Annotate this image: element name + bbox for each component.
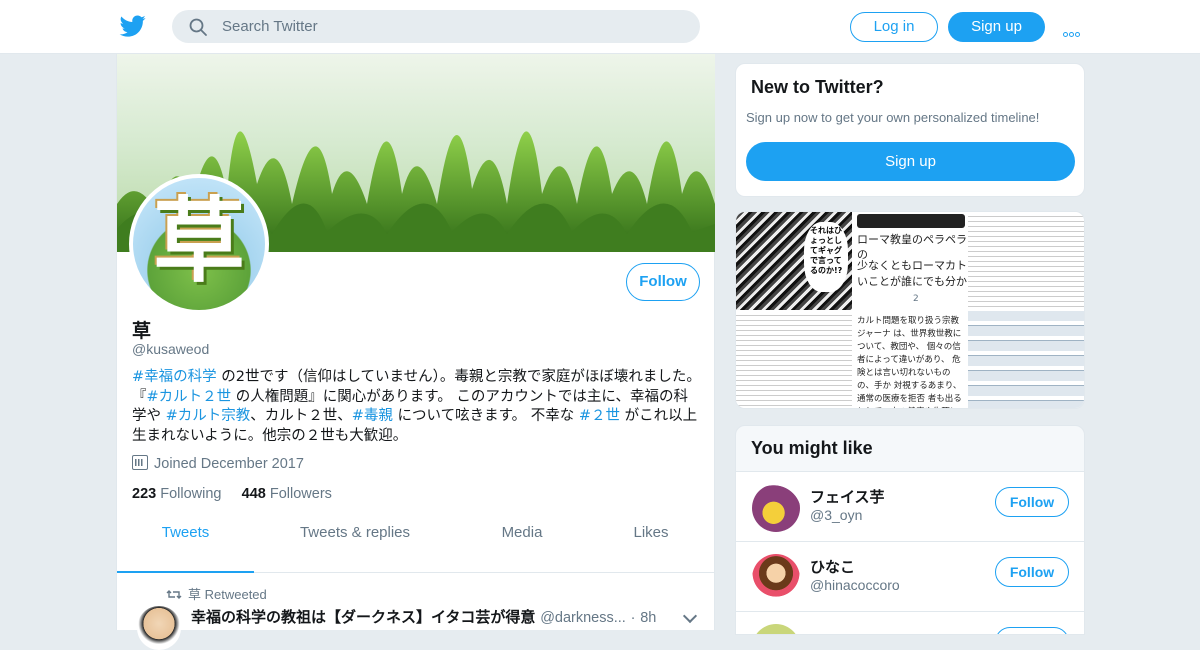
tweet-header: 幸福の科学の教祖は【ダークネス】イタコ芸が得意 @darkness... · 8…: [191, 606, 701, 627]
profile-stats: 223 Following 448 Followers: [132, 486, 332, 502]
hashtag-link[interactable]: #毒親: [352, 408, 393, 424]
suggested-account[interactable]: フェイス芋 @3_oyn Follow: [736, 471, 1084, 541]
joined-text: Joined December 2017: [154, 456, 304, 472]
new-card-title: New to Twitter?: [751, 77, 884, 97]
suggested-follow-button[interactable]: [995, 627, 1069, 634]
you-might-like-card: You might like フェイス芋 @3_oyn Follow ひなこ @…: [735, 425, 1085, 635]
followers-link[interactable]: 448 Followers: [242, 486, 332, 502]
search-input[interactable]: [222, 10, 682, 43]
hashtag-link[interactable]: #カルト宗教: [166, 408, 251, 424]
suggested-account[interactable]: ひなこ @hinacoccoro Follow: [736, 541, 1084, 611]
media-thumbnail[interactable]: カルト問題を取り扱う宗教ジャーナ は、世界救世教について、教団や、 個々の信者に…: [853, 311, 967, 408]
suggested-follow-button[interactable]: Follow: [995, 557, 1069, 587]
search-bar[interactable]: [172, 10, 700, 43]
tweet-time[interactable]: 8h: [640, 610, 656, 626]
retweet-icon: [166, 590, 182, 599]
login-button[interactable]: Log in: [850, 12, 938, 42]
tweet-author-handle[interactable]: @darkness...: [540, 610, 626, 626]
tweet-author-name[interactable]: 幸福の科学の教祖は【ダークネス】イタコ芸が得意: [191, 608, 535, 626]
tab-tweets-replies[interactable]: Tweets & replies: [279, 524, 431, 573]
bio-text: 、カルト２世、: [250, 408, 352, 424]
tweet-snip-2: 少なくともローマカト: [857, 259, 967, 272]
profile-column: 草 Follow 草 @kusaweod #幸福の科学 の2世です（信仰はしてい…: [116, 54, 715, 650]
new-to-twitter-card: New to Twitter? Sign up now to get your …: [735, 63, 1085, 197]
calendar-icon: [132, 455, 148, 470]
profile-avatar[interactable]: 草: [129, 174, 269, 314]
following-link[interactable]: 223 Following: [132, 486, 221, 502]
tweet-snip-count: 2: [913, 294, 919, 304]
profile-tabs: Tweets Tweets & replies Media Likes: [117, 524, 715, 573]
tab-tweets[interactable]: Tweets: [117, 524, 254, 573]
following-count: 223: [132, 486, 157, 502]
tab-likes[interactable]: Likes: [607, 524, 695, 573]
suggested-follow-button[interactable]: Follow: [995, 487, 1069, 517]
manga-caption: それはひょっとしてギャグで言ってるのか!?: [810, 226, 843, 275]
hashtag-link[interactable]: #幸福の科学: [132, 369, 217, 385]
follow-button[interactable]: Follow: [626, 263, 700, 301]
media-thumbnail[interactable]: [736, 311, 852, 408]
suggested-account-avatar[interactable]: [752, 554, 800, 602]
sidebar-signup-button[interactable]: Sign up: [746, 142, 1075, 181]
suggested-account-handle: @hinacoccoro: [810, 577, 900, 593]
signup-button[interactable]: Sign up: [948, 12, 1045, 42]
media-thumbnail[interactable]: [968, 311, 1084, 408]
retweet-context: 草 Retweeted: [166, 584, 267, 603]
media-thumbnail[interactable]: それはひょっとしてギャグで言ってるのか!?: [736, 212, 852, 310]
photos-videos-grid: それはひょっとしてギャグで言ってるのか!? ローマ教皇のペラペラの 少なくともロ…: [735, 211, 1085, 409]
following-label: Following: [160, 486, 222, 502]
profile-bio: #幸福の科学 の2世です（信仰はしていません）。毒親と宗教で家庭がほぼ壊れました…: [132, 368, 702, 446]
retweeted-by-text: 草 Retweeted: [188, 587, 267, 602]
tab-media[interactable]: Media: [477, 524, 567, 573]
followers-label: Followers: [269, 486, 332, 502]
tweet-snip-3: いことが誰にでも分か: [857, 275, 967, 288]
new-card-subtitle: Sign up now to get your own personalized…: [746, 110, 1040, 125]
top-navigation-bar: Log in Sign up: [0, 0, 1200, 54]
suggested-account-avatar[interactable]: [752, 484, 800, 532]
wiki-snip: カルト問題を取り扱う宗教ジャーナ は、世界救世教について、教団や、 個々の信者に…: [857, 316, 962, 408]
suggested-account-name[interactable]: フェイス芋: [810, 486, 885, 507]
media-thumbnail[interactable]: [968, 212, 1084, 310]
bio-text: について呟きます。 不幸な: [392, 408, 579, 424]
profile-name: 草: [132, 320, 152, 342]
tweet-author-avatar[interactable]: [137, 606, 181, 650]
hashtag-link[interactable]: #２世: [579, 408, 620, 424]
followers-count: 448: [241, 486, 266, 502]
hashtag-link[interactable]: #カルト２世: [147, 389, 232, 405]
twitter-bird-icon[interactable]: [119, 13, 147, 39]
search-icon: [189, 18, 207, 36]
suggested-account-handle: @3_oyn: [810, 507, 863, 523]
more-dots-icon[interactable]: [1063, 22, 1085, 37]
joined-date: Joined December 2017: [132, 455, 304, 472]
you-might-like-title: You might like: [751, 438, 873, 458]
profile-handle: @kusaweod: [132, 341, 210, 357]
suggested-account-name[interactable]: ひなこ: [810, 556, 855, 577]
media-thumbnail[interactable]: ローマ教皇のペラペラの 少なくともローマカト いことが誰にでも分か 2: [853, 212, 967, 310]
suggested-account[interactable]: [736, 611, 1084, 634]
avatar-kanji: 草: [152, 188, 245, 295]
tweet-separator: ·: [630, 610, 636, 626]
redacted-bar: [857, 214, 965, 228]
